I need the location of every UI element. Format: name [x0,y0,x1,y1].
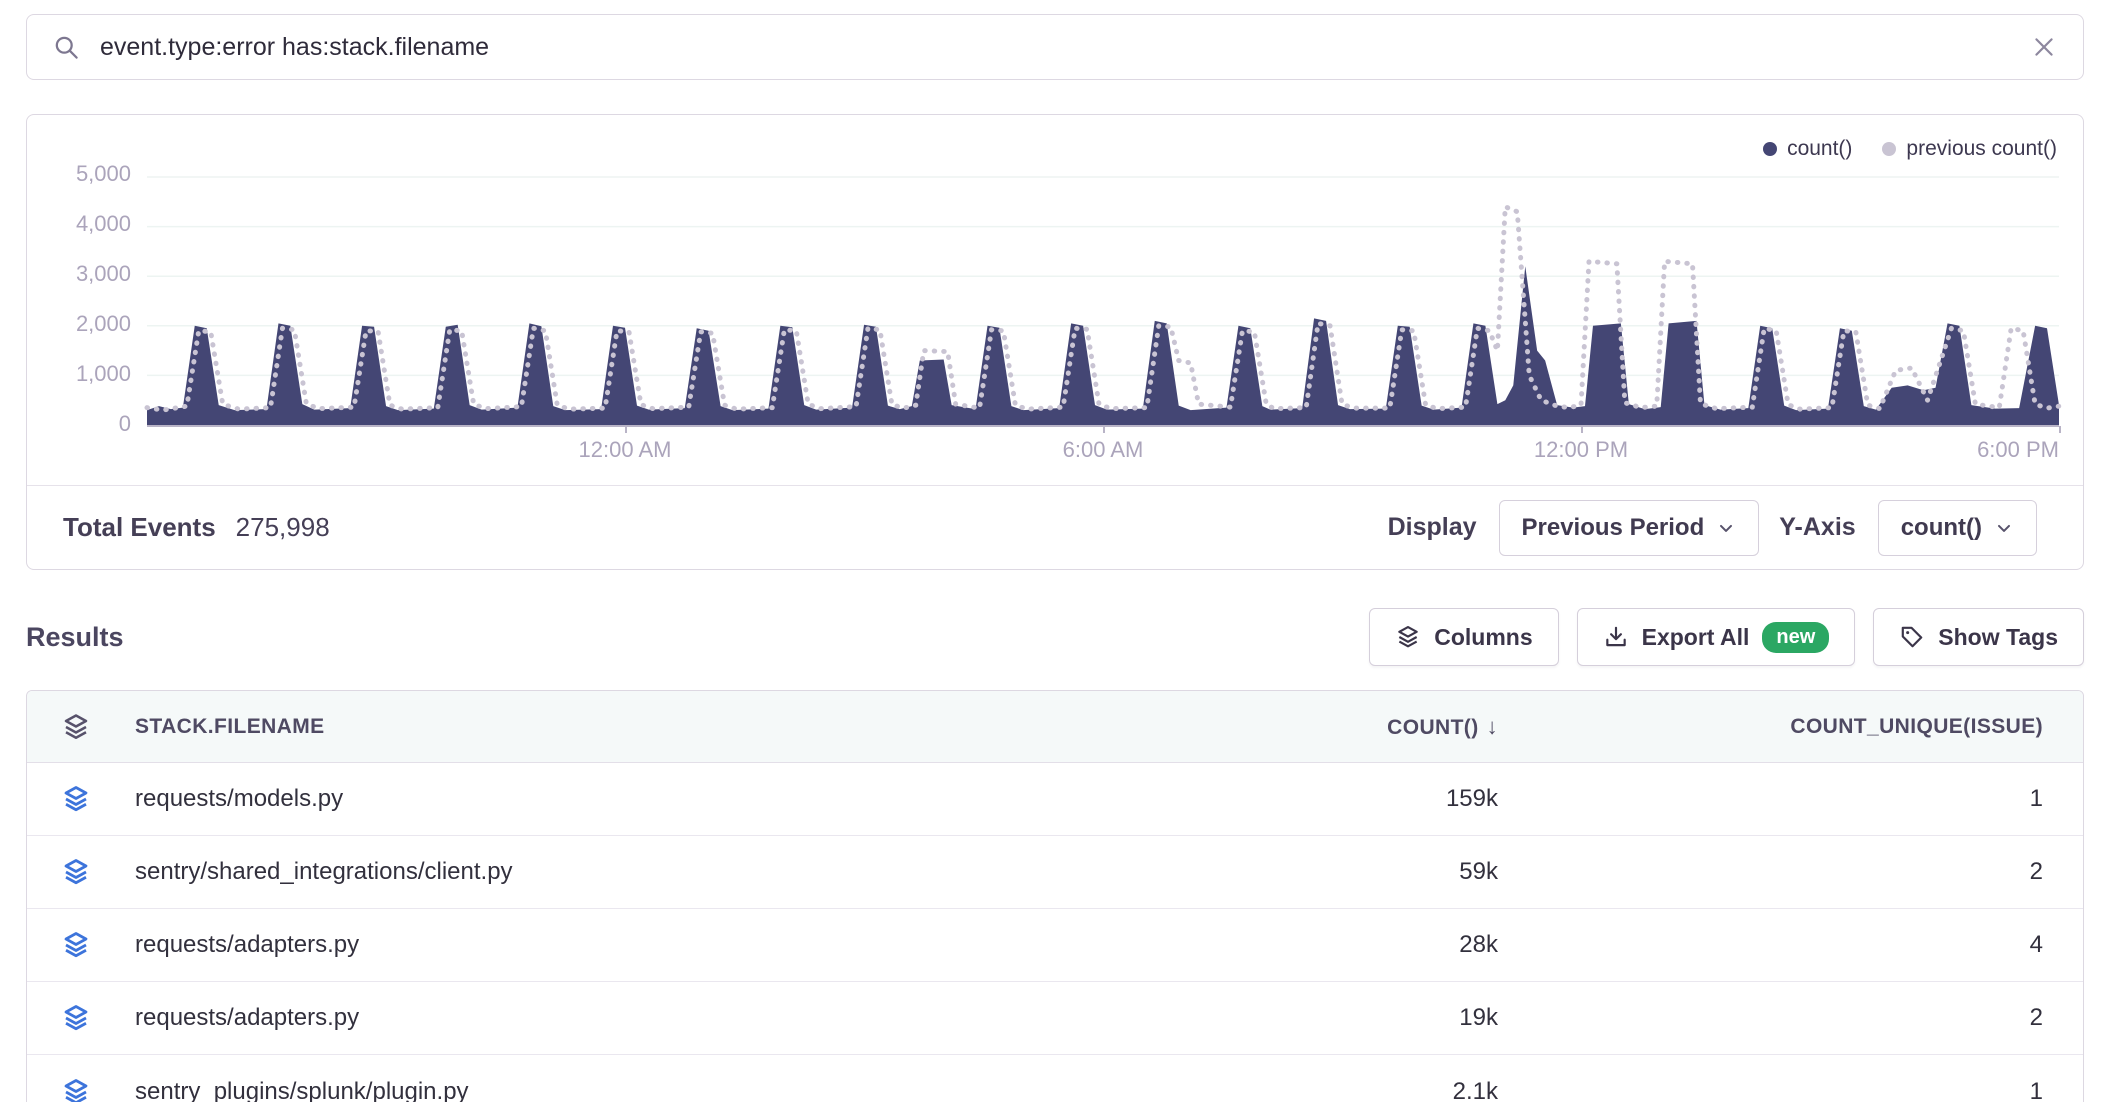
count-cell[interactable]: 59k [1168,858,1498,886]
stack-column-icon[interactable] [61,712,135,742]
y-axis-tick: 5,000 [39,163,131,185]
stack-filename-cell[interactable]: sentry_plugins/splunk/plugin.py [135,1078,1168,1102]
stack-filename-cell[interactable]: requests/adapters.py [135,931,1168,959]
count-unique-cell[interactable]: 1 [1498,785,2043,813]
x-axis-tick-mark [625,426,627,433]
x-axis-tick-label: 6:00 AM [1063,437,1144,463]
search-input[interactable]: event.type:error has:stack.filename [100,33,2011,62]
x-axis-tick-mark [1103,426,1105,433]
y-axis-tick: 4,000 [39,213,131,235]
new-badge: new [1762,622,1829,653]
events-chart-panel: count() previous count() 0 1,000 2,000 3… [26,114,2084,570]
y-axis-select-value: count() [1901,514,1982,542]
x-axis-tick-mark [2059,426,2061,433]
legend-item-count[interactable]: count() [1763,137,1852,161]
y-axis-tick: 3,000 [39,263,131,285]
count-cell[interactable]: 19k [1168,1004,1498,1032]
x-axis-tick-label: 12:00 AM [579,437,672,463]
clear-search-icon[interactable] [2031,34,2057,60]
chart-legend: count() previous count() [1763,137,2057,161]
legend-label-count: count() [1787,137,1852,161]
column-header-count-unique[interactable]: COUNT_UNIQUE(ISSUE) [1498,715,2043,739]
show-tags-button[interactable]: Show Tags [1873,608,2084,666]
chevron-down-icon [1994,518,2014,538]
chart-plot-area[interactable]: 0 1,000 2,000 3,000 4,000 5,000 [147,177,2059,427]
count-cell[interactable]: 2.1k [1168,1078,1498,1102]
stack-row-icon[interactable] [61,1003,135,1033]
table-row[interactable]: requests/adapters.py 19k 2 [27,982,2083,1055]
y-axis-label: Y-Axis [1779,513,1855,542]
stack-row-icon[interactable] [61,930,135,960]
x-axis-tick-mark [1581,426,1583,433]
stack-row-icon[interactable] [61,857,135,887]
column-header-stack-filename[interactable]: STACK.FILENAME [135,715,1168,739]
stack-filename-cell[interactable]: requests/models.py [135,785,1168,813]
stack-row-icon[interactable] [61,1077,135,1102]
display-select[interactable]: Previous Period [1499,500,1760,556]
display-select-value: Previous Period [1522,514,1705,542]
stack-row-icon[interactable] [61,784,135,814]
count-cell[interactable]: 28k [1168,931,1498,959]
total-events-value: 275,998 [236,512,330,543]
legend-dot-count [1763,142,1777,156]
results-table: STACK.FILENAME COUNT()↓ COUNT_UNIQUE(ISS… [26,690,2084,1102]
chart-footer: Total Events 275,998 Display Previous Pe… [27,485,2083,569]
search-icon [53,34,80,61]
total-events: Total Events 275,998 [63,512,330,543]
table-header-row: STACK.FILENAME COUNT()↓ COUNT_UNIQUE(ISS… [27,691,2083,763]
legend-dot-previous-count [1882,142,1896,156]
count-unique-cell[interactable]: 2 [1498,1004,2043,1032]
y-axis-tick: 1,000 [39,363,131,385]
stack-filename-cell[interactable]: sentry/shared_integrations/client.py [135,858,1168,886]
y-axis-tick: 0 [39,413,131,435]
column-header-count[interactable]: COUNT()↓ [1168,714,1498,740]
chevron-down-icon [1716,518,1736,538]
columns-button-label: Columns [1434,624,1532,651]
count-cell[interactable]: 159k [1168,785,1498,813]
layers-icon [1395,624,1421,650]
tag-icon [1899,624,1925,650]
area-chart [147,177,2059,425]
legend-label-previous-count: previous count() [1906,137,2057,161]
y-axis-tick: 2,000 [39,313,131,335]
x-axis-labels: 12:00 AM 6:00 AM 12:00 PM 6:00 PM [147,437,2059,467]
sort-desc-arrow: ↓ [1487,714,1498,739]
results-heading: Results [26,622,124,653]
show-tags-button-label: Show Tags [1938,624,2058,651]
export-all-button[interactable]: Export All new [1577,608,1856,666]
search-bar[interactable]: event.type:error has:stack.filename [26,14,2084,80]
y-axis-select[interactable]: count() [1878,500,2037,556]
table-row[interactable]: requests/models.py 159k 1 [27,763,2083,836]
table-row[interactable]: sentry/shared_integrations/client.py 59k… [27,836,2083,909]
columns-button[interactable]: Columns [1369,608,1558,666]
display-label: Display [1388,513,1477,542]
count-unique-cell[interactable]: 1 [1498,1078,2043,1102]
x-axis-tick-label: 12:00 PM [1534,437,1628,463]
count-unique-cell[interactable]: 4 [1498,931,2043,959]
table-row[interactable]: sentry_plugins/splunk/plugin.py 2.1k 1 [27,1055,2083,1102]
x-axis-tick-label: 6:00 PM [1977,437,2059,463]
stack-filename-cell[interactable]: requests/adapters.py [135,1004,1168,1032]
export-all-button-label: Export All [1642,624,1750,651]
chart-block: count() previous count() 0 1,000 2,000 3… [27,115,2083,487]
download-icon [1603,624,1629,650]
table-row[interactable]: requests/adapters.py 28k 4 [27,909,2083,982]
total-events-label: Total Events [63,512,216,543]
legend-item-previous-count[interactable]: previous count() [1882,137,2057,161]
count-unique-cell[interactable]: 2 [1498,858,2043,886]
